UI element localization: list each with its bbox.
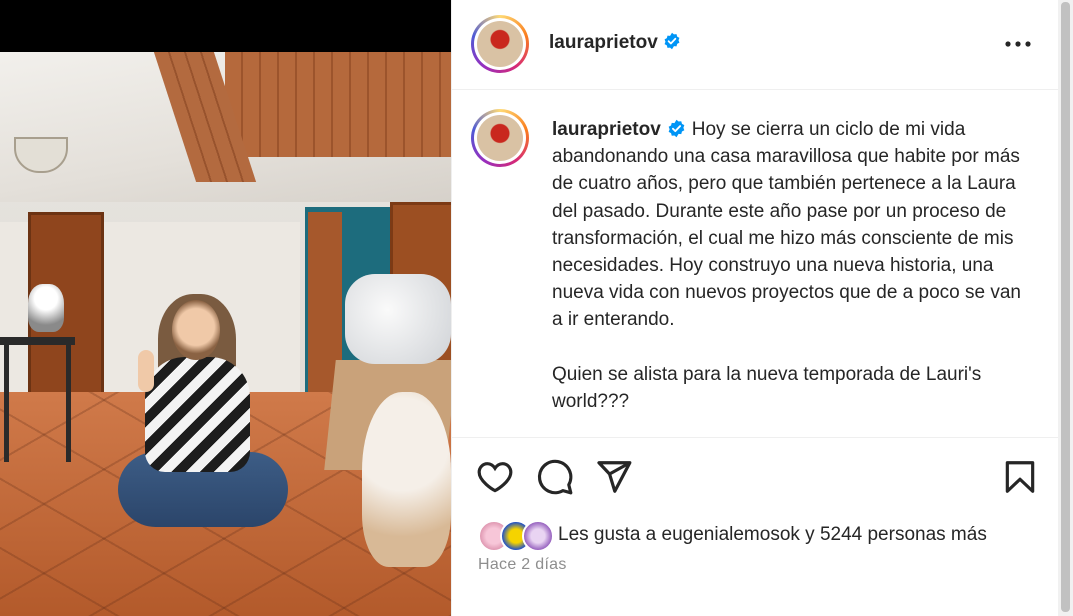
caption-body: lauraprietov Hoy se cierra un ciclo de m… — [552, 116, 1022, 415]
caption-author-avatar[interactable] — [471, 109, 529, 167]
send-icon[interactable] — [595, 458, 633, 496]
photo-pillows — [345, 274, 451, 364]
more-options-icon[interactable] — [1003, 30, 1033, 58]
photo-dog — [362, 392, 451, 567]
comment-icon[interactable] — [536, 458, 574, 496]
post-timestamp[interactable]: Hace 2 días — [478, 556, 567, 574]
verified-badge-icon — [664, 32, 680, 50]
verified-badge-icon — [668, 119, 685, 138]
bookmark-icon[interactable] — [1001, 458, 1039, 496]
author-avatar[interactable] — [471, 15, 529, 73]
photo-scene — [0, 52, 451, 616]
photo-woman-body — [145, 357, 250, 472]
photo-wood-ceiling — [225, 52, 451, 157]
post-sidebar: lauraprietov lauraprietov Hoy se cierra … — [451, 0, 1059, 616]
post-header: lauraprietov — [452, 0, 1059, 90]
liker-avatar — [522, 520, 554, 552]
likes-summary[interactable]: Les gusta a eugenialemosok y 5244 person… — [558, 524, 987, 546]
photo-woman-hand — [138, 350, 154, 392]
caption-username[interactable]: lauraprietov — [552, 119, 661, 140]
author-username[interactable]: lauraprietov — [549, 32, 681, 54]
photo-woman-head — [172, 300, 220, 360]
post-actions — [452, 438, 1059, 518]
photo-cat — [28, 284, 64, 332]
scrollbar-thumb[interactable] — [1061, 2, 1070, 612]
author-username-text[interactable]: lauraprietov — [549, 32, 658, 53]
post-caption: lauraprietov Hoy se cierra un ciclo de m… — [452, 89, 1059, 438]
photo-table — [0, 337, 75, 345]
photo-table-leg — [4, 342, 9, 462]
scrollbar[interactable] — [1058, 0, 1073, 616]
heart-icon[interactable] — [476, 458, 514, 496]
caption-text: Hoy se cierra un ciclo de mi vida abando… — [552, 119, 1021, 413]
post-photo[interactable] — [0, 0, 451, 616]
photo-table-leg — [66, 342, 71, 462]
